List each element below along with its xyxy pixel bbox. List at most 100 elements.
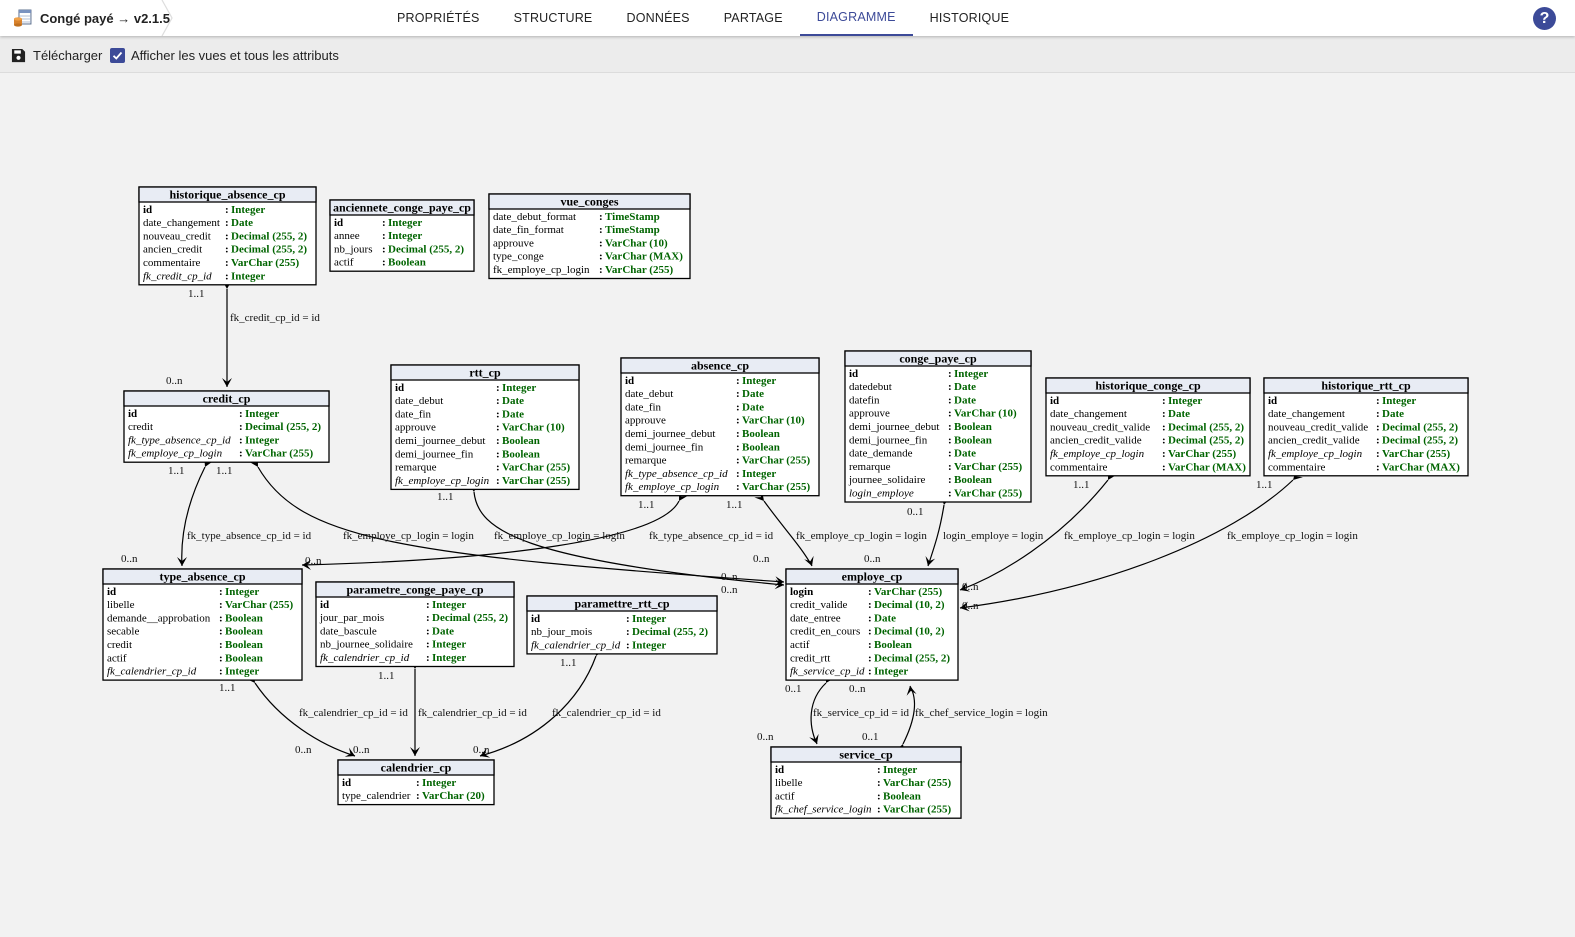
- relation-historique_absence_cp-to-credit_cp[interactable]: fk_credit_cp_id = id 1..1 0..n: [166, 280, 320, 387]
- entity-title: employe_cp: [842, 570, 903, 584]
- attribute-separator: :: [948, 368, 952, 380]
- entity-title: vue_conges: [561, 195, 619, 209]
- attribute-name: commentaire: [1268, 461, 1326, 473]
- cardinality-label: 1..1: [1256, 479, 1273, 491]
- attribute-type: Integer: [1168, 395, 1202, 407]
- attribute-separator: :: [736, 415, 740, 427]
- attribute-separator: :: [877, 764, 881, 776]
- cardinality-label: 0..n: [721, 584, 738, 596]
- entity-rtt_cp[interactable]: rtt_cpid: Integerdate_debut: Datedate_fin:…: [390, 364, 580, 491]
- attribute-separator: :: [868, 626, 872, 638]
- tab-historique[interactable]: HISTORIQUE: [913, 0, 1027, 36]
- attribute-name: date_debut: [395, 395, 443, 407]
- relation-employe_cp-to-service_cp[interactable]: fk_service_cp_id = id 0..1 0..n: [757, 672, 910, 746]
- attribute-name: credit: [107, 639, 132, 651]
- attribute-name: jour_par_mois: [319, 612, 384, 624]
- entity-anciennete_conge_paye_cp[interactable]: anciennete_conge_paye_cpid: Integerannee:…: [329, 199, 475, 272]
- attribute-separator: :: [948, 488, 952, 500]
- attribute-type: VarChar (255): [245, 448, 313, 460]
- attribute-separator: :: [868, 652, 872, 664]
- tab-donnees[interactable]: DONNÉES: [609, 0, 706, 36]
- entity-title: paramettre_rtt_cp: [574, 597, 669, 611]
- attribute-name: fk_credit_cp_id: [143, 270, 212, 282]
- attribute-type: Integer: [632, 613, 666, 625]
- attribute-name: ancien_credit: [143, 244, 202, 256]
- entity-historique_conge_cp[interactable]: historique_conge_cpid: Integerdate_change…: [1045, 377, 1251, 477]
- attribute-name: fk_employe_cp_login: [128, 448, 223, 460]
- entity-conge_paye_cp[interactable]: conge_paye_cpid: Integerdatedebut: Datedat…: [844, 350, 1032, 503]
- attribute-type: Date: [502, 395, 524, 407]
- attribute-separator: :: [219, 652, 223, 664]
- attribute-type: Integer: [432, 639, 466, 651]
- relation-type_absence_cp-to-calendrier_cp[interactable]: fk_calendrier_cp_id = id 1..1 0..n: [219, 672, 408, 761]
- attribute-separator: :: [868, 666, 872, 678]
- entity-absence_cp[interactable]: absence_cpid: Integerdate_debut: Datedate_…: [620, 357, 820, 497]
- attribute-type: VarChar (255): [1168, 448, 1236, 460]
- attribute-name: id: [334, 217, 343, 229]
- attribute-name: nb_jour_mois: [531, 626, 592, 638]
- attribute-name: id: [342, 777, 351, 789]
- entity-employe_cp[interactable]: employe_cplogin: VarChar (255)credit_vali…: [785, 568, 959, 681]
- attribute-type: Boolean: [883, 790, 921, 802]
- tab-structure[interactable]: STRUCTURE: [497, 0, 610, 36]
- attribute-separator: :: [877, 777, 881, 789]
- toolbar: Télécharger Afficher les vues et tous le…: [0, 36, 1575, 73]
- tab-proprietes[interactable]: PROPRIÉTÉS: [380, 0, 497, 36]
- relation-line: [181, 466, 206, 567]
- help-circle-icon[interactable]: ?: [1533, 7, 1556, 30]
- attribute-separator: :: [426, 625, 430, 637]
- tab-partage[interactable]: PARTAGE: [707, 0, 800, 36]
- attribute-separator: :: [426, 612, 430, 624]
- entity-historique_absence_cp[interactable]: historique_absence_cpid: Integerdate_chan…: [138, 186, 317, 286]
- attribute-name: demi_journee_fin: [395, 448, 474, 460]
- attribute-name: libelle: [107, 599, 135, 611]
- attribute-separator: :: [599, 237, 603, 249]
- entity-type_absence_cp[interactable]: type_absence_cpid: Integerlibelle: VarChar…: [102, 568, 303, 681]
- entity-title: historique_rtt_cp: [1321, 379, 1411, 393]
- attribute-type: Decimal (255, 2): [1168, 421, 1244, 433]
- attribute-separator: :: [219, 612, 223, 624]
- attribute-separator: :: [868, 599, 872, 611]
- arrow-head-icon: [809, 733, 819, 744]
- attribute-name: date_bascule: [320, 625, 377, 637]
- attribute-type: Decimal (255, 2): [388, 243, 464, 255]
- attribute-type: Boolean: [954, 434, 992, 446]
- attribute-separator: :: [382, 217, 386, 229]
- attribute-separator: :: [1376, 408, 1380, 420]
- attribute-type: VarChar (20): [422, 790, 485, 802]
- entity-credit_cp[interactable]: credit_cpid: Integercredit: Decimal (255, …: [123, 390, 330, 463]
- attribute-type: Decimal (255, 2): [245, 421, 321, 433]
- cardinality-label: 0..n: [353, 744, 370, 756]
- attribute-name: id: [775, 764, 784, 776]
- entity-calendrier_cp[interactable]: calendrier_cpid: Integer type_calendrier: V…: [337, 759, 495, 806]
- attribute-separator: :: [948, 474, 952, 486]
- attribute-type: VarChar (10): [502, 422, 565, 434]
- cardinality-label: 0..n: [295, 744, 312, 756]
- download-button[interactable]: Télécharger: [11, 45, 102, 65]
- attribute-type: Date: [742, 401, 764, 413]
- attribute-name: fk_employe_cp_login: [1050, 448, 1145, 460]
- entity-title: parametre_conge_paye_cp: [346, 583, 483, 597]
- attribute-name: id: [143, 204, 152, 216]
- attribute-separator: :: [868, 639, 872, 651]
- entities-layer: historique_absence_cpid: Integerdate_chan…: [102, 186, 1469, 819]
- tab-diagramme[interactable]: DIAGRAMME: [799, 0, 913, 36]
- show-views-checkbox[interactable]: Afficher les vues et tous les attributs: [110, 45, 339, 65]
- attribute-separator: :: [948, 434, 952, 446]
- app-title-area[interactable]: Congé payé → v2.1.5: [0, 0, 170, 36]
- attribute-separator: :: [868, 586, 872, 598]
- entity-vue_conges[interactable]: vue_congesdate_debut_format: TimeStampdat…: [488, 193, 691, 280]
- attribute-type: Integer: [432, 599, 466, 611]
- entity-service_cp[interactable]: service_cpid: Integerlibelle: VarChar (255…: [770, 746, 962, 819]
- entity-historique_rtt_cp[interactable]: historique_rtt_cpid: Integerdate_changeme…: [1263, 377, 1469, 477]
- attribute-type: VarChar (255): [605, 264, 673, 276]
- attribute-type: VarChar (255): [502, 462, 570, 474]
- cardinality-label: 0..n: [849, 683, 866, 695]
- attribute-separator: :: [426, 639, 430, 651]
- entity-title: conge_paye_cp: [899, 352, 977, 366]
- attribute-separator: :: [599, 264, 603, 276]
- attribute-separator: :: [736, 455, 740, 467]
- entity-parametre_conge_paye_cp[interactable]: parametre_conge_paye_cpid: Integerjour_pa…: [315, 581, 515, 668]
- entity-paramettre_rtt_cp[interactable]: paramettre_rtt_cpid: Integernb_jour_mois:…: [526, 595, 718, 655]
- checkbox-checked-icon[interactable]: [110, 47, 125, 63]
